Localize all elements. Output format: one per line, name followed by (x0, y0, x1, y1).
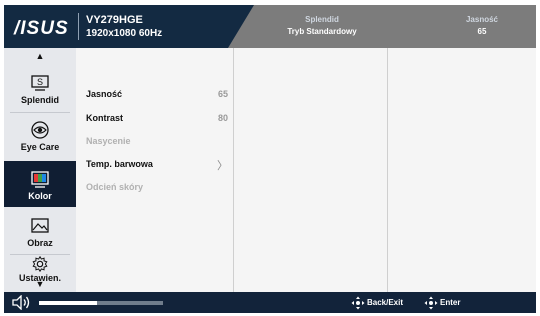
menu-item-label: Odcień skóry (86, 182, 144, 192)
submenu-panel (234, 48, 387, 292)
footer-bar: Back/Exit Enter (4, 292, 536, 313)
menu-item-kontrast[interactable]: Kontrast 80 (86, 113, 228, 127)
header-divider (78, 13, 79, 40)
menu-item-label: Nasycenie (86, 136, 131, 146)
sidebar-item-kolor[interactable]: Kolor (4, 161, 76, 207)
eye-icon (31, 121, 49, 139)
enter-label: Enter (440, 298, 461, 307)
menu-item-value: 80 (217, 113, 228, 123)
asus-logo: /ISUS (14, 18, 69, 39)
volume-slider-fill (39, 301, 98, 305)
menu-item-label: Jasność (86, 89, 123, 99)
sidebar-item-label: Obraz (27, 238, 53, 248)
image-icon (31, 218, 49, 233)
resolution-text: 1920x1080 60Hz (86, 28, 163, 39)
model-name: VY279HGE (86, 14, 143, 26)
sidebar-item-label: Eye Care (20, 142, 60, 152)
sidebar-item-eye-care[interactable]: Eye Care (4, 114, 76, 158)
enter-hint: Enter (424, 296, 474, 310)
volume-slider[interactable] (39, 301, 163, 305)
menu-item-label: Kontrast (86, 113, 124, 123)
joystick-icon (424, 296, 438, 310)
sidebar-divider (10, 112, 70, 113)
menu-item-jasnosc[interactable]: Jasność 65 (86, 89, 228, 103)
menu-item-label: Temp. barwowa (86, 159, 153, 169)
menu-item-nasycenie: Nasycenie (86, 136, 228, 150)
sidebar-item-obraz[interactable]: Obraz (4, 210, 76, 254)
speaker-icon (12, 295, 30, 310)
splendid-status-label: Splendid (305, 15, 339, 24)
gear-icon (32, 255, 48, 273)
sidebar-item-label: Kolor (28, 191, 52, 201)
splendid-status-value: Tryb Standardowy (287, 27, 357, 36)
splendid-icon: S (31, 75, 49, 91)
osd-menu: /ISUS VY279HGE 1920x1080 60Hz Splendid T… (4, 5, 536, 313)
menu-item-odcien-skory: Odcień skóry (86, 182, 228, 196)
header-bar: /ISUS VY279HGE 1920x1080 60Hz Splendid T… (4, 5, 536, 48)
header-brightness-status: Jasność 65 (417, 15, 536, 36)
sidebar: ▲ S Splendid Eye Care Kolor Obraz Ustawi… (4, 48, 76, 292)
sidebar-item-splendid[interactable]: S Splendid (4, 66, 76, 110)
back-exit-hint: Back/Exit (351, 296, 421, 310)
color-bars-icon (31, 171, 49, 188)
sidebar-item-ustawienia[interactable]: Ustawien. (4, 255, 76, 283)
menu-options-panel: Jasność 65 Kontrast 80 Nasycenie Temp. b… (76, 48, 233, 292)
scroll-up-arrow-icon[interactable]: ▲ (4, 50, 76, 62)
menu-item-temp-barwowa[interactable]: Temp. barwowa 〉 (86, 159, 228, 173)
menu-item-value: 65 (217, 89, 228, 99)
back-exit-label: Back/Exit (367, 298, 404, 307)
brightness-status-value: 65 (477, 27, 487, 36)
joystick-icon (351, 296, 365, 310)
detail-panel (388, 48, 536, 292)
sidebar-item-label: Splendid (21, 95, 59, 105)
header-splendid-status: Splendid Tryb Standardowy (257, 15, 387, 36)
svg-text:S: S (37, 77, 43, 87)
brightness-status-label: Jasność (465, 15, 499, 24)
scroll-down-arrow-icon[interactable]: ▼ (4, 278, 76, 290)
chevron-right-icon: 〉 (217, 160, 228, 172)
